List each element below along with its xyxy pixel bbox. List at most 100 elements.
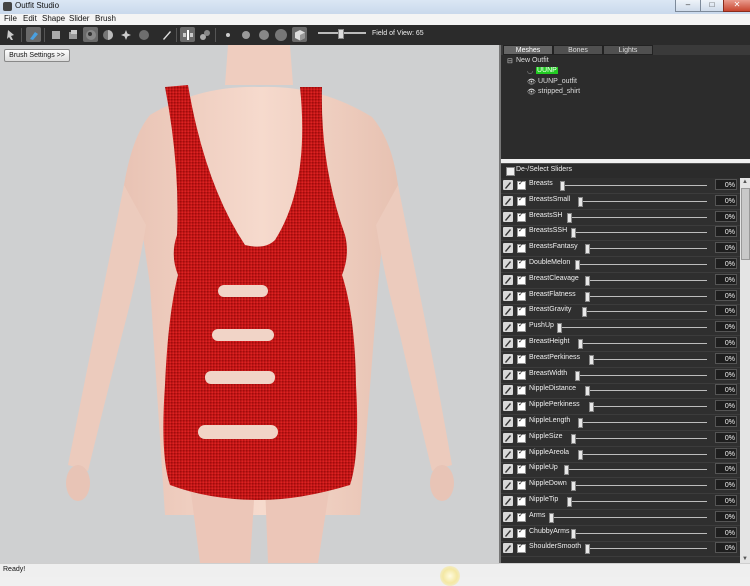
slider-track[interactable] (571, 485, 707, 487)
edit-slider-icon[interactable] (503, 322, 513, 333)
tree-root-label[interactable]: New Outfit (516, 57, 549, 64)
brush-size-s-icon[interactable] (238, 27, 253, 42)
slider-value[interactable]: 0% (715, 447, 737, 459)
slider-checkbox[interactable] (517, 527, 526, 538)
slider-value[interactable]: 0% (715, 179, 737, 190)
slider-track[interactable] (549, 516, 707, 518)
tab-lights[interactable]: Lights (603, 45, 653, 55)
slider-value[interactable]: 0% (715, 384, 737, 396)
weight-brush-icon[interactable] (136, 27, 151, 42)
eye-icon[interactable]: 👁 (527, 88, 536, 96)
slider-value[interactable]: 0% (715, 368, 737, 380)
edit-slider-icon[interactable] (503, 511, 513, 522)
slider-value[interactable]: 0% (715, 495, 737, 506)
collapse-icon[interactable]: ⊟ (507, 57, 513, 65)
edit-slider-icon[interactable] (503, 417, 513, 427)
slider-value[interactable]: 0% (715, 194, 737, 206)
edit-slider-icon[interactable] (503, 211, 513, 222)
slider-thumb[interactable] (571, 433, 576, 444)
edit-slider-icon[interactable] (503, 401, 513, 412)
slider-checkbox[interactable] (517, 463, 526, 475)
smooth-brush-icon[interactable] (118, 27, 133, 42)
mirror-toggle-icon[interactable] (180, 27, 195, 42)
slider-track[interactable] (578, 200, 707, 202)
slider-thumb[interactable] (574, 260, 580, 270)
edit-slider-icon[interactable] (503, 480, 513, 491)
slider-track[interactable] (581, 311, 707, 313)
slider-thumb[interactable] (578, 418, 584, 428)
slider-thumb[interactable] (556, 323, 562, 334)
undo-brush-icon[interactable] (159, 27, 174, 42)
edit-slider-icon[interactable] (503, 227, 513, 238)
slider-thumb[interactable] (585, 275, 591, 286)
edit-slider-icon[interactable] (503, 290, 513, 301)
edit-slider-icon[interactable] (503, 353, 513, 364)
slider-value[interactable]: 0% (715, 400, 737, 412)
brush-tool-icon[interactable] (26, 27, 41, 42)
slider-checkbox[interactable] (517, 479, 526, 491)
select-tool-icon[interactable] (3, 27, 18, 42)
menu-brush[interactable]: Brush (95, 14, 116, 23)
cube-view-icon[interactable] (292, 27, 307, 42)
slider-scrollbar[interactable]: ▲ ▼ (740, 178, 750, 563)
slider-thumb[interactable] (578, 339, 584, 349)
slider-thumb[interactable] (578, 449, 584, 460)
slider-checkbox[interactable] (517, 337, 526, 348)
menu-shape[interactable]: Shape (42, 14, 65, 23)
slider-checkbox[interactable] (517, 195, 526, 206)
slider-checkbox[interactable] (517, 305, 526, 317)
3d-viewport[interactable]: Brush Settings >> (0, 45, 499, 563)
slider-value[interactable]: 0% (715, 463, 737, 475)
move-brush-icon[interactable] (100, 27, 115, 42)
slider-checkbox[interactable] (517, 400, 526, 412)
slider-checkbox[interactable] (517, 448, 526, 459)
slider-checkbox[interactable] (517, 242, 526, 254)
slider-value[interactable]: 0% (715, 416, 737, 427)
maximize-button[interactable]: □ (700, 0, 724, 12)
scrollbar-thumb[interactable] (741, 188, 750, 260)
slider-checkbox[interactable] (517, 258, 526, 269)
deflate-brush-icon[interactable] (83, 27, 98, 42)
menu-edit[interactable]: Edit (23, 14, 37, 23)
minimize-button[interactable]: – (675, 0, 701, 12)
edit-slider-icon[interactable] (503, 369, 513, 380)
slider-checkbox[interactable] (517, 416, 526, 427)
slider-thumb[interactable] (589, 402, 594, 413)
edit-slider-icon[interactable] (503, 274, 513, 285)
slider-value[interactable]: 0% (715, 321, 737, 333)
slider-track[interactable] (578, 453, 707, 455)
slider-checkbox[interactable] (517, 432, 526, 443)
menu-file[interactable]: File (4, 14, 17, 23)
tab-bones[interactable]: Bones (553, 45, 603, 55)
slider-value[interactable]: 0% (715, 542, 737, 554)
slider-value[interactable]: 0% (715, 510, 737, 522)
brush-size-m-icon[interactable] (256, 27, 271, 42)
slider-value[interactable]: 0% (715, 305, 737, 317)
connected-toggle-icon[interactable] (197, 27, 212, 42)
inflate-brush-icon[interactable] (65, 27, 80, 42)
eye-off-icon[interactable]: ◡ (527, 67, 533, 75)
tree-item-uunp[interactable]: UUNP (536, 67, 558, 74)
slider-value[interactable]: 0% (715, 526, 737, 538)
slider-track[interactable] (567, 501, 707, 502)
slider-thumb[interactable] (578, 196, 584, 207)
select-all-sliders-checkbox[interactable] (506, 167, 515, 176)
slider-checkbox[interactable] (517, 274, 526, 285)
edit-slider-icon[interactable] (503, 448, 513, 459)
edit-slider-icon[interactable] (503, 259, 513, 269)
edit-slider-icon[interactable] (503, 338, 513, 348)
mask-brush-icon[interactable] (48, 27, 63, 42)
slider-track[interactable] (574, 374, 707, 376)
slider-thumb[interactable] (581, 307, 587, 318)
slider-track[interactable] (571, 232, 707, 234)
slider-thumb[interactable] (560, 181, 566, 191)
slider-checkbox[interactable] (517, 179, 526, 190)
tab-meshes[interactable]: Meshes (503, 45, 553, 55)
brush-settings-button[interactable]: Brush Settings >> (4, 49, 70, 62)
slider-checkbox[interactable] (517, 384, 526, 396)
eye-icon[interactable]: 👁 (527, 78, 536, 86)
tree-item-stripped-shirt[interactable]: stripped_shirt (538, 88, 580, 95)
slider-track[interactable] (563, 469, 707, 471)
scroll-up-icon[interactable]: ▲ (740, 178, 750, 186)
edit-slider-icon[interactable] (503, 496, 513, 506)
